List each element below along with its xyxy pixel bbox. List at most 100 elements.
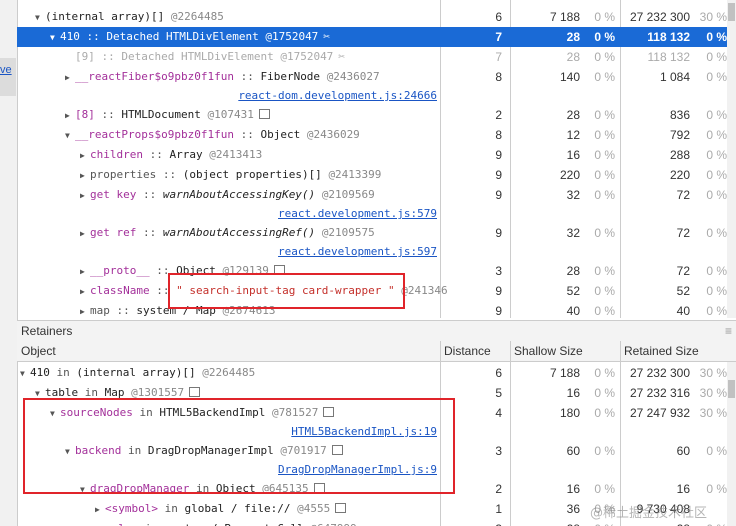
- expand-right-icon[interactable]: ▶: [95, 505, 105, 514]
- retained-size-cell: 792: [669, 128, 690, 142]
- shallow-size-percent: 0 %: [594, 444, 615, 458]
- distance-cell: 9: [495, 168, 502, 182]
- tree-row[interactable]: ▶ properties :: (object properties)[] @24…: [17, 165, 727, 185]
- retained-size-cell: 27 247 932: [629, 406, 690, 420]
- resize-handle-icon[interactable]: ≡: [725, 324, 732, 338]
- retained-size-percent: 30 %: [699, 406, 727, 420]
- source-link[interactable]: react.development.js:579: [278, 207, 437, 220]
- shallow-size-cell: 180: [559, 406, 580, 420]
- expand-down-icon[interactable]: ▼: [20, 369, 30, 378]
- expand-right-icon[interactable]: ▶: [80, 191, 90, 200]
- retained-size-cell: 72: [676, 188, 690, 202]
- object-cell: ▶ <symbol> in global / file:// @4555: [95, 502, 347, 515]
- object-class: (object properties)[]: [182, 168, 322, 181]
- separator: ::: [156, 168, 183, 181]
- shallow-size-cell: 140: [559, 70, 580, 84]
- expand-right-icon[interactable]: ▶: [65, 73, 75, 82]
- left-panel-link[interactable]: ve: [0, 64, 12, 76]
- retained-size-cell: 118 132: [647, 30, 690, 44]
- object-id: @107431: [207, 108, 254, 121]
- reveal-in-panel-icon[interactable]: [189, 387, 201, 397]
- shallow-size-cell: 28: [566, 30, 580, 44]
- object-class: Object: [260, 128, 301, 141]
- column-retained-size[interactable]: Retained Size: [624, 344, 699, 358]
- reveal-in-panel-icon[interactable]: [258, 109, 270, 119]
- expand-down-icon[interactable]: ▼: [35, 13, 45, 22]
- detached-scissors-icon: ✂: [323, 30, 330, 43]
- tree-row[interactable]: ▶ get key :: warnAboutAccessingKey() @210…: [17, 185, 727, 223]
- object-class: Array: [169, 148, 203, 161]
- tree-row[interactable]: ▶ get ref :: warnAboutAccessingRef() @210…: [17, 223, 727, 261]
- source-link[interactable]: react.development.js:597: [278, 245, 437, 258]
- retained-size-percent: 0 %: [706, 128, 727, 142]
- scrollbar[interactable]: [727, 0, 736, 318]
- expand-down-icon[interactable]: ▼: [35, 389, 45, 398]
- column-shallow-size[interactable]: Shallow Size: [514, 344, 583, 358]
- tree-row[interactable]: ▼ __reactProps$o9pbz0f1fun :: Object @243…: [17, 125, 727, 145]
- object-id: @2109575: [321, 226, 375, 239]
- column-object[interactable]: Object: [21, 344, 56, 358]
- distance-cell: 9: [495, 226, 502, 240]
- separator: ::: [233, 128, 261, 141]
- tree-row[interactable]: ▼ 410 in (internal array)[] @2264485 6 7 18…: [17, 363, 727, 383]
- tree-row[interactable]: ▶ [8] :: HTMLDocument @107431 2 28 0 % 836 0 %: [17, 105, 727, 125]
- retained-size-percent: 0 %: [706, 168, 727, 182]
- distance-cell: 2: [495, 108, 502, 122]
- expand-right-icon[interactable]: ▶: [80, 151, 90, 160]
- distance-cell: 3: [440, 522, 502, 526]
- retainers-header: Retainers ≡: [17, 320, 736, 342]
- object-cell: ▶value in system / PropertyCell @647999: [95, 522, 357, 526]
- shallow-size-percent: 0 %: [594, 284, 615, 298]
- object-class: system / PropertyCell: [165, 522, 304, 526]
- retained-size-percent: 30 %: [699, 386, 727, 400]
- shallow-size-percent: 0 %: [594, 304, 615, 318]
- scrollbar-thumb[interactable]: [728, 3, 735, 21]
- retained-size-percent: 0 %: [706, 284, 727, 298]
- expand-right-icon[interactable]: ▶: [80, 229, 90, 238]
- expand-right-icon[interactable]: ▶: [80, 287, 90, 296]
- retained-size-percent: 0 %: [706, 444, 727, 458]
- property-name: children: [90, 148, 143, 161]
- object-id: @2436029: [306, 128, 360, 141]
- property-name: get key: [90, 188, 137, 201]
- property-name: get ref: [90, 226, 137, 239]
- expand-right-icon[interactable]: ▶: [80, 171, 90, 180]
- retained-size-cell: 60: [676, 444, 690, 458]
- retained-size-cell: 27 232 316: [629, 386, 690, 400]
- retained-size-cell: 72: [676, 264, 690, 278]
- expand-right-icon[interactable]: ▶: [80, 267, 90, 276]
- shallow-size-percent: 0 %: [594, 482, 615, 496]
- separator: ::: [94, 50, 122, 63]
- source-link[interactable]: react-dom.development.js:24666: [238, 89, 437, 102]
- property-name: (internal array)[]: [45, 10, 165, 23]
- expand-right-icon[interactable]: ▶: [80, 307, 90, 316]
- retained-size-percent: 30 %: [699, 366, 727, 380]
- property-name: __proto__: [90, 264, 150, 277]
- object-cell: ▶ children :: Array @2413413: [80, 148, 262, 161]
- expand-right-icon[interactable]: ▶: [65, 111, 75, 120]
- object-class: warnAboutAccessingKey(): [162, 188, 316, 201]
- column-distance[interactable]: Distance: [444, 344, 491, 358]
- shallow-size-cell: 32: [566, 226, 580, 240]
- retained-size-cell: 220: [669, 168, 690, 182]
- retained-size-percent: 0 %: [706, 482, 727, 496]
- expand-down-icon[interactable]: ▼: [50, 33, 60, 42]
- tree-row[interactable]: ▼ (internal array)[] @2264485 6 7 188 0 % 27 …: [17, 7, 727, 27]
- reveal-in-panel-icon[interactable]: [335, 503, 347, 513]
- distance-cell: 8: [495, 128, 502, 142]
- distance-cell: 9: [495, 304, 502, 318]
- tree-row[interactable]: ▶ children :: Array @2413413 9 16 0 % 288 0 %: [17, 145, 727, 165]
- tree-row[interactable]: [9] :: Detached HTMLDivElement @1752047 ✂…: [17, 47, 727, 67]
- expand-down-icon[interactable]: ▼: [65, 131, 75, 140]
- separator: in: [157, 502, 185, 515]
- scrollbar[interactable]: [727, 362, 736, 526]
- retained-size-cell: 16: [676, 482, 690, 496]
- shallow-size-percent: 0 %: [594, 128, 615, 142]
- tree-row[interactable]: ▼ 410 :: Detached HTMLDivElement @1752047…: [17, 27, 727, 47]
- tree-row[interactable]: ▶ __reactFiber$o9pbz0f1fun :: FiberNode @…: [17, 67, 727, 105]
- retained-size-cell: 1 084: [659, 70, 690, 84]
- object-class: FiberNode: [260, 70, 321, 83]
- distance-cell: 1: [495, 502, 502, 516]
- scrollbar-thumb[interactable]: [728, 380, 735, 398]
- distance-cell: 9: [495, 188, 502, 202]
